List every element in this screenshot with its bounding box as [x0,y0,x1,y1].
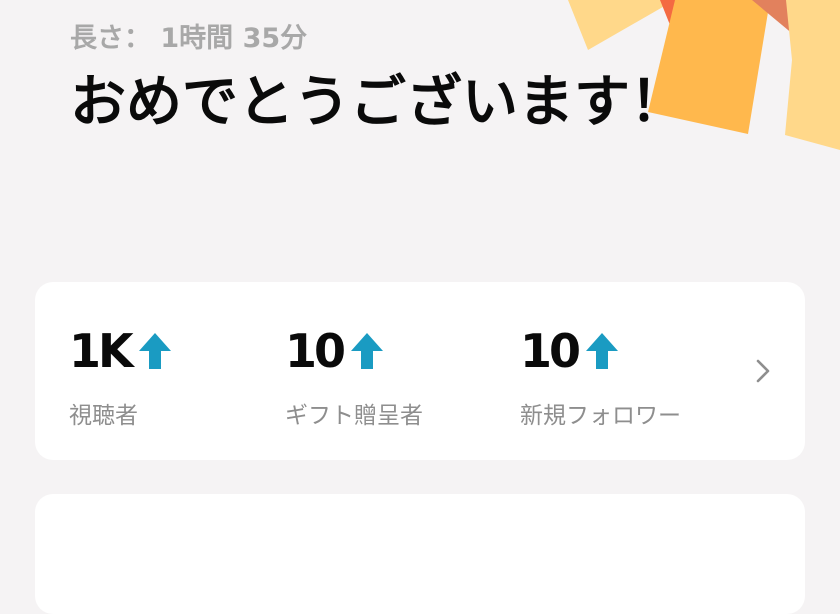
up-arrow-icon [586,333,619,369]
congratulations-title: おめでとうございます！ [70,70,686,135]
up-arrow-icon [351,333,384,369]
stream-duration: 長さ： 1時間 35分 [70,23,308,54]
gifters-label: ギフト贈呈者 [285,403,423,429]
new-followers-count: 10 [520,324,581,378]
stats-card[interactable]: 1K 視聴者 10 ギフト贈呈者 10 新規フォロワー [35,282,805,460]
viewers-count: 1K [69,324,134,378]
stat-new-followers: 10 新規フォロワー [520,324,681,430]
gifters-count: 10 [285,324,346,378]
secondary-card [35,494,805,614]
up-arrow-icon [138,333,171,369]
confetti-piece [785,0,840,150]
new-followers-label: 新規フォロワー [520,403,681,429]
confetti-piece [568,0,675,50]
viewers-label: 視聴者 [69,403,138,429]
chevron-right-icon[interactable] [750,358,776,384]
stat-viewers: 1K 視聴者 [69,324,173,430]
stat-gifters: 10 ギフト贈呈者 [285,324,423,430]
